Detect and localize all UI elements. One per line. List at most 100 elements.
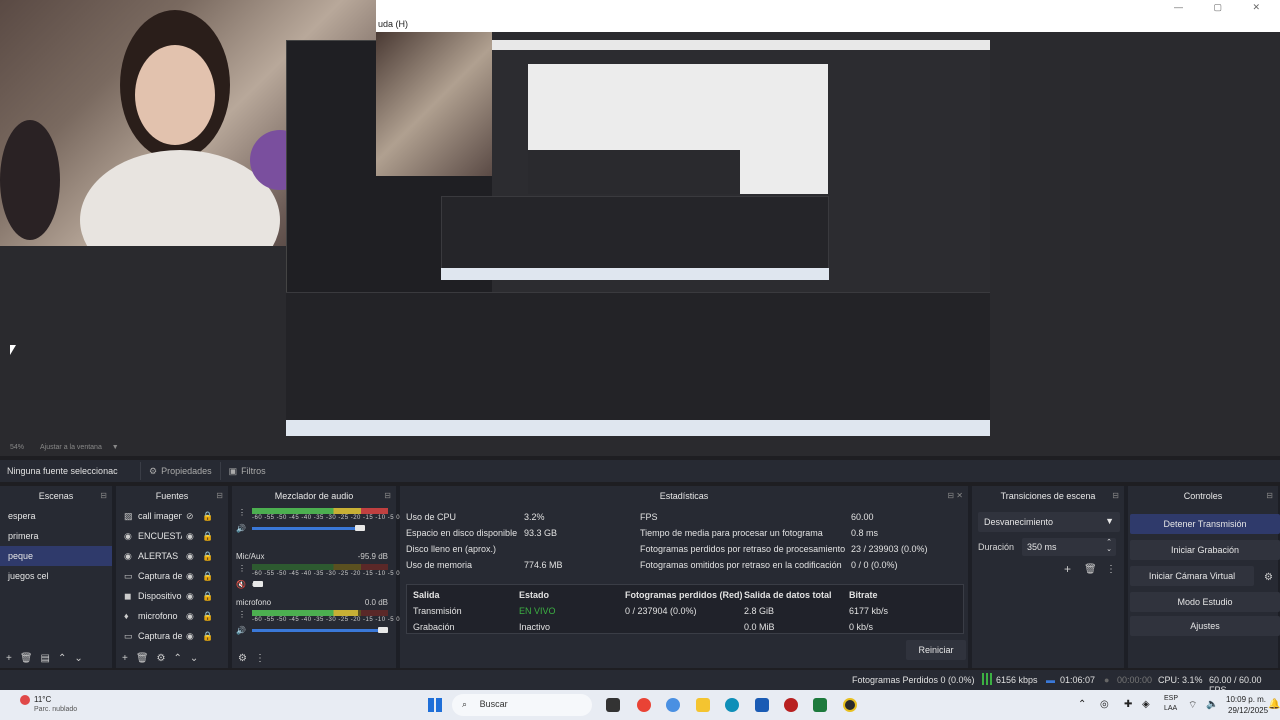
down-icon[interactable]: ⌄ [74,653,82,664]
fit-window-label[interactable]: Ajustar a la ventana [40,444,102,451]
up-icon[interactable]: ⌃ [58,653,66,664]
volume-knob[interactable] [354,525,365,531]
eye-icon[interactable]: ◉ [186,531,198,542]
chevron-up-icon[interactable]: ⌃ [1078,699,1086,710]
table-header: Salida [413,590,440,600]
trash-icon[interactable]: 🗑 [1084,564,1097,575]
volume-slider[interactable] [252,527,361,530]
dock-undock-icon[interactable]: ⊟ [100,491,107,500]
app-icon[interactable] [784,698,798,712]
down-icon[interactable]: ⌄ [190,653,198,664]
properties-button[interactable]: ⚙ Propiedades [140,462,220,480]
lock-icon[interactable]: 🔒 [202,591,214,602]
add-icon[interactable]: + [122,653,128,664]
source-item[interactable]: ◉ ENCUESTA ◉ 🔒 [116,526,228,546]
clock-time[interactable]: 10:09 p. m. [1226,695,1266,704]
dock-undock-icon[interactable]: ⊟ [384,491,391,500]
transitions-dock: Transiciones de escena ⊟ Desvanecimiento… [972,486,1126,668]
transitions-title: Transiciones de escena [1000,491,1096,501]
tray-icon-2[interactable]: ✚ [1124,699,1132,710]
file-explorer-icon[interactable] [696,698,710,712]
volume-knob[interactable] [252,581,263,587]
eye-icon[interactable]: ◉ [186,591,198,602]
speaker-icon[interactable]: 🔊 [236,626,246,635]
lock-icon[interactable]: 🔒 [202,631,214,642]
tray-icon-3[interactable]: ◈ [1142,699,1150,710]
close-icon[interactable]: ⊟ ✕ [947,491,963,500]
taskview-icon[interactable] [606,698,620,712]
chrome-icon[interactable] [637,698,651,712]
obs-icon[interactable] [843,698,857,712]
add-icon[interactable]: + [1064,562,1071,576]
menu-help[interactable]: uda (H) [378,19,408,29]
lock-icon[interactable]: 🔒 [202,511,214,522]
scene-item[interactable]: primera [0,526,112,546]
eye-slash-icon[interactable]: ⊘ [186,511,198,522]
filter-icon[interactable]: ▤ [41,653,50,664]
source-item[interactable]: ▭ Captura de ◉ 🔒 [116,566,228,586]
speaker-icon[interactable]: 🔊 [236,524,246,533]
eye-icon[interactable]: ◉ [186,571,198,582]
trash-icon[interactable]: 🗑 [136,653,149,664]
scene-item[interactable]: juegos cel [0,566,112,586]
dock-undock-icon[interactable]: ⊟ [216,491,223,500]
output-table: Salida Estado Fotogramas perdidos (Red) Sal… [406,584,964,634]
volume-knob[interactable] [377,627,388,633]
control-button[interactable]: Iniciar Cámara Virtual [1130,566,1254,586]
lock-icon[interactable]: 🔒 [202,531,214,542]
lock-icon[interactable]: 🔒 [202,551,214,562]
duration-input[interactable]: 350 ms ⌃ ⌄ [1022,538,1116,556]
advanced-audio-icon[interactable]: ⚙ [238,653,247,664]
filters-button[interactable]: ▣ Filtros [219,462,274,480]
reset-stats-button[interactable]: Reiniciar [906,640,966,660]
windows-start-icon[interactable] [428,698,442,712]
source-item[interactable]: ♦ microfono ◉ 🔒 [116,606,228,626]
edge-icon[interactable] [725,698,739,712]
control-button[interactable]: Ajustes [1130,616,1280,636]
source-item[interactable]: ◉ ALERTAS ◉ 🔒 [116,546,228,566]
store-icon[interactable] [755,698,769,712]
menu-dots-icon[interactable]: ⋮ [238,508,246,517]
scene-item[interactable]: peque [0,546,112,566]
lock-icon[interactable]: 🔒 [202,611,214,622]
source-item[interactable]: ◼ Dispositivo ◉ 🔒 [116,586,228,606]
add-icon[interactable]: + [6,653,12,664]
weather-icon[interactable] [20,695,30,705]
control-button[interactable]: Iniciar Grabación [1130,540,1280,560]
menu-dots-icon[interactable]: ⋮ [255,653,265,664]
chevron-down-icon[interactable]: ▼ [112,444,119,451]
dock-undock-icon[interactable]: ⊟ [1112,491,1119,500]
menu-dots-icon[interactable]: ⋮ [238,610,246,619]
speaker-muted-icon[interactable]: 🔇 [236,580,246,589]
up-icon[interactable]: ⌃ [174,653,182,664]
trash-icon[interactable]: 🗑 [20,653,33,664]
eye-icon[interactable]: ◉ [186,631,198,642]
source-item[interactable]: ▨ call imagen ⊘ 🔒 [116,506,228,526]
dock-undock-icon[interactable]: ⊟ [1266,491,1273,500]
taskbar-search[interactable]: ⌕ Buscar [452,694,592,716]
notification-icon[interactable]: 🔔 [1268,699,1280,710]
menu-dots-icon[interactable]: ⋮ [238,564,246,573]
copilot-icon[interactable] [666,698,680,712]
wifi-icon[interactable]: ⌔ [1188,699,1197,712]
mixer-footer: ⚙ ⋮ [238,653,265,664]
lang-indicator[interactable]: ESP [1164,695,1178,702]
eye-icon[interactable]: ◉ [186,611,198,622]
scene-item[interactable]: espera [0,506,112,526]
spinner-icon[interactable]: ⌃ ⌄ [1106,539,1112,553]
transition-select[interactable]: Desvanecimiento ▼ [978,512,1120,532]
control-button[interactable]: Detener Transmisión [1130,514,1280,534]
menu-dots-icon[interactable]: ⋮ [1106,564,1116,575]
lock-icon[interactable]: 🔒 [202,571,214,582]
volume-slider[interactable] [252,629,384,632]
zoom-level[interactable]: 54% [10,444,24,451]
gear-icon[interactable]: ⚙ [1264,572,1273,583]
source-item[interactable]: ▭ Captura de ◉ 🔒 [116,626,228,646]
excel-icon[interactable] [813,698,827,712]
eye-icon[interactable]: ◉ [186,551,198,562]
volume-icon[interactable]: 🔈 [1206,699,1218,710]
gear-icon[interactable]: ⚙ [157,653,166,664]
control-button[interactable]: Modo Estudio [1130,592,1280,612]
tray-icon[interactable]: ◎ [1100,699,1109,710]
window-controls[interactable]: — ▢ ✕ [1174,2,1274,13]
